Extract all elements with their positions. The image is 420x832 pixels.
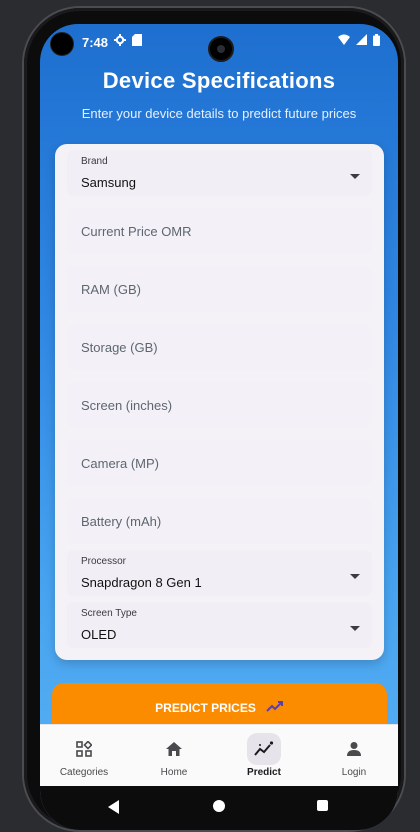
settings-icon: [114, 34, 126, 46]
recent-apps-icon[interactable]: [317, 800, 328, 811]
chevron-down-icon: [350, 174, 360, 179]
predict-prices-label: PREDICT PRICES: [155, 701, 256, 715]
page-subtitle: Enter your device details to predict fut…: [81, 106, 357, 121]
nav-item-predict[interactable]: Predict: [224, 733, 304, 778]
categories-icon: [76, 741, 92, 757]
ram-placeholder: RAM (GB): [81, 282, 141, 297]
current-price-field[interactable]: Current Price OMR: [67, 208, 372, 254]
screen-type-label: Screen Type: [81, 608, 137, 619]
screen-type-dropdown[interactable]: Screen Type OLED: [67, 602, 372, 648]
brand-dropdown[interactable]: Brand Samsung: [67, 150, 372, 196]
nav-icon-wrap: [67, 733, 101, 765]
nav-icon-wrap: [247, 733, 281, 765]
processor-label: Processor: [81, 556, 127, 567]
camera-placeholder: Camera (MP): [81, 456, 160, 471]
screen-type-value: OLED: [81, 627, 117, 642]
screen-size-placeholder: Screen (inches): [81, 398, 173, 413]
screen-size-field[interactable]: Screen (inches): [67, 382, 372, 428]
app-screen: 7:48 Device Specifications Enter your de…: [40, 24, 398, 830]
home-icon: [166, 742, 182, 756]
trending-up-icon: [266, 701, 283, 712]
nav-item-login[interactable]: Login: [314, 733, 394, 778]
battery-placeholder: Battery (mAh): [81, 514, 162, 529]
camera-field[interactable]: Camera (MP): [67, 440, 372, 486]
nav-icon-wrap: [157, 733, 191, 765]
status-icons-right: [338, 34, 380, 46]
storage-field[interactable]: Storage (GB): [67, 324, 372, 370]
trending-icon: [254, 741, 274, 756]
chevron-down-icon: [350, 574, 360, 579]
processor-dropdown[interactable]: Processor Snapdragon 8 Gen 1: [67, 550, 372, 596]
ram-field[interactable]: RAM (GB): [67, 266, 372, 312]
storage-placeholder: Storage (GB): [81, 340, 158, 355]
nav-item-home[interactable]: Home: [134, 733, 214, 778]
wifi-icon: [338, 34, 350, 45]
brand-label: Brand: [81, 156, 108, 167]
system-navigation-bar: [40, 786, 398, 830]
specs-form-card: Brand Samsung Current Price OMR RAM (GB)…: [55, 144, 384, 660]
signal-icon: [356, 34, 367, 45]
chevron-down-icon: [350, 626, 360, 631]
nav-label-predict: Predict: [247, 767, 281, 778]
selfie-camera-punch-hole: [208, 36, 234, 62]
current-price-placeholder: Current Price OMR: [81, 224, 192, 239]
front-camera-cutout: [50, 32, 74, 56]
status-bar: 7:48: [40, 24, 398, 62]
page-title: Device Specifications: [102, 68, 336, 93]
bottom-navigation: Categories Home Predict Login: [40, 724, 398, 787]
home-button-icon[interactable]: [213, 800, 225, 812]
sd-card-icon: [132, 34, 142, 46]
nav-icon-wrap: [337, 733, 371, 765]
status-time: 7:48: [82, 35, 109, 50]
nav-label-login: Login: [341, 767, 367, 778]
brand-value: Samsung: [81, 175, 136, 190]
battery-field[interactable]: Battery (mAh): [67, 498, 372, 544]
battery-icon: [373, 34, 380, 46]
status-icons-left: [114, 34, 142, 46]
processor-value: Snapdragon 8 Gen 1: [81, 575, 202, 590]
nav-item-categories[interactable]: Categories: [44, 733, 124, 778]
nav-label-categories: Categories: [59, 767, 109, 778]
nav-label-home: Home: [160, 767, 188, 778]
back-icon[interactable]: [108, 800, 119, 814]
person-icon: [347, 742, 361, 756]
